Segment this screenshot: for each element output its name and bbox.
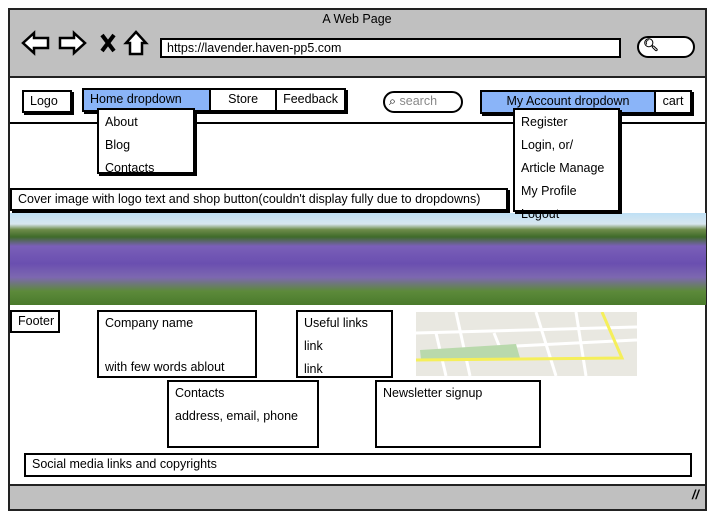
logo[interactable]: Logo [22, 90, 72, 113]
home-dropdown-menu: About Blog Contacts [97, 108, 195, 175]
nav-feedback[interactable]: Feedback [277, 90, 344, 110]
map-image [416, 312, 637, 376]
search-icon: 🔍︎ [643, 38, 659, 52]
url-input[interactable]: https://lavender.haven-pp5.com [160, 38, 621, 58]
newsletter-title: Newsletter signup [383, 386, 483, 400]
nav-icons [21, 30, 149, 56]
company-box: Company name with few words ablout [97, 310, 257, 378]
window-title: A Web Page [322, 12, 392, 26]
account-dropdown-menu: Register Login, or/ Article Manage My Pr… [513, 108, 620, 221]
menu-item-my-profile[interactable]: My Profile [515, 180, 618, 203]
back-icon[interactable] [21, 30, 50, 56]
stop-icon[interactable] [100, 33, 116, 53]
nav-store[interactable]: Store [211, 90, 278, 110]
menu-item-blog[interactable]: Blog [99, 134, 193, 157]
menu-item-login[interactable]: Login, or/ [515, 134, 618, 157]
cover-image [10, 213, 706, 305]
nav-home-dropdown[interactable]: Home dropdown [84, 90, 212, 110]
home-icon[interactable] [123, 30, 149, 56]
cover-label: Cover image with logo text and shop butt… [10, 188, 508, 211]
footer-link[interactable]: link [298, 335, 391, 358]
company-title: Company name [105, 316, 194, 330]
newsletter-box: Newsletter signup [375, 380, 541, 448]
footer-link[interactable]: link [298, 358, 391, 381]
resize-handle-icon[interactable]: // [692, 488, 699, 502]
useful-links-box: Useful links link link [296, 310, 393, 378]
browser-search[interactable]: 🔍︎ [637, 36, 695, 58]
forward-icon[interactable] [58, 30, 87, 56]
menu-item-register[interactable]: Register [515, 111, 618, 134]
menu-item-contacts[interactable]: Contacts [99, 157, 193, 180]
footer-label: Footer [10, 310, 60, 333]
menu-item-article-manage[interactable]: Article Manage [515, 157, 618, 180]
menu-item-logout[interactable]: Logout [515, 203, 618, 226]
contacts-title: Contacts [175, 386, 225, 400]
site-search-input[interactable]: ⌕ search [383, 91, 463, 113]
social-copyright-bar: Social media links and copyrights [24, 453, 692, 477]
company-text: with few words ablout [105, 360, 225, 374]
menu-item-about[interactable]: About [99, 111, 193, 134]
search-icon: ⌕ [389, 94, 397, 108]
nav-cart[interactable]: cart [656, 92, 690, 112]
contacts-box: Contacts address, email, phone [167, 380, 319, 448]
useful-links-title: Useful links [304, 316, 368, 330]
search-placeholder: search [399, 94, 438, 108]
status-bar: // [10, 484, 705, 509]
contacts-text: address, email, phone [175, 409, 298, 423]
